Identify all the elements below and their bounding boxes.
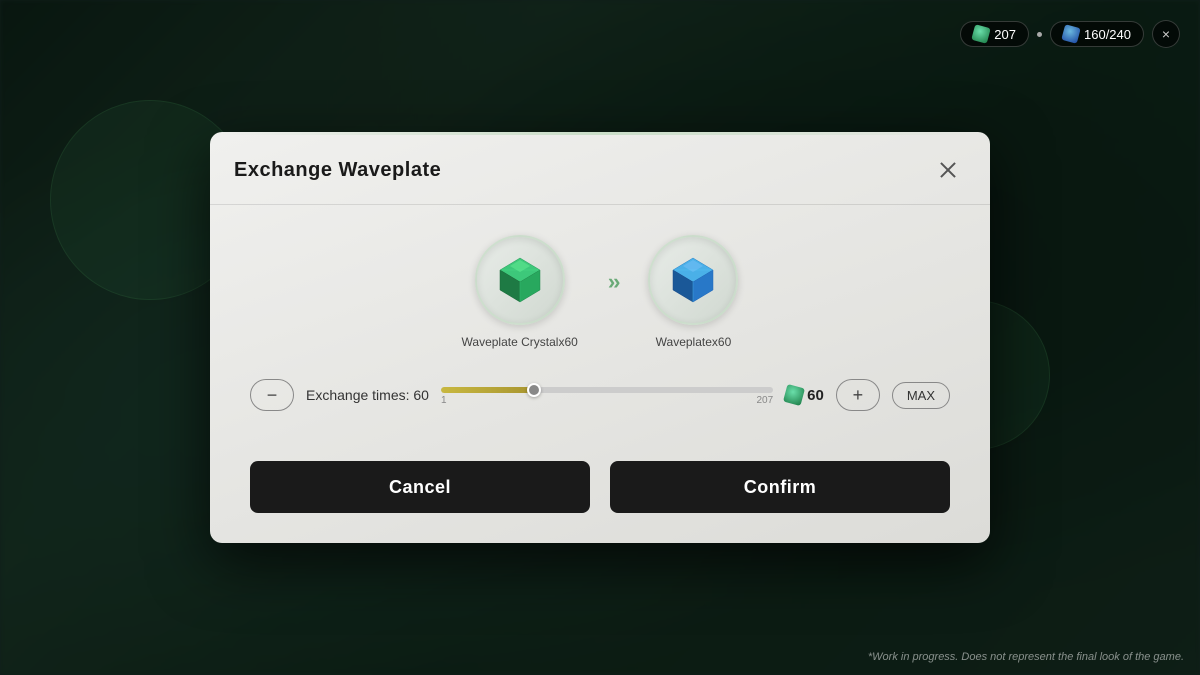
close-star-icon [934,156,962,184]
slider-track[interactable] [441,387,773,393]
max-button[interactable]: MAX [892,382,950,409]
cost-display: 60 [785,386,824,404]
slider-labels: 1 207 [441,395,773,406]
exchange-times-label: Exchange times: 60 [306,387,429,403]
slider-max-label: 207 [756,395,773,406]
exchange-controls-row: − Exchange times: 60 1 207 [250,379,950,411]
cost-crystal-icon [783,384,805,406]
green-crystal-icon [494,254,546,306]
modal-header: Exchange Waveplate [210,132,990,205]
exchange-modal: Exchange Waveplate [210,132,990,543]
slider-thumb[interactable] [527,383,541,397]
blue-crystal-icon [667,254,719,306]
modal-title: Exchange Waveplate [234,159,441,182]
modal-backdrop: Exchange Waveplate [0,0,1200,675]
minus-button[interactable]: − [250,379,294,411]
to-item-circle [648,235,738,325]
to-item-slot: Waveplatex60 [648,235,738,349]
modal-body: Waveplate Crystalx60 ›› [210,205,990,461]
plus-button[interactable]: + [836,379,880,411]
exchange-arrow: ›› [608,269,619,295]
cost-value: 60 [807,387,824,404]
from-item-circle [475,235,565,325]
to-item-label: Waveplatex60 [656,335,732,349]
slider-wrapper: 1 207 [441,385,773,406]
confirm-button[interactable]: Confirm [610,461,950,513]
cancel-button[interactable]: Cancel [250,461,590,513]
slider-fill [441,387,534,393]
slider-background [441,387,773,393]
modal-footer: Cancel Confirm [210,461,990,543]
items-display-row: Waveplate Crystalx60 ›› [250,235,950,349]
slider-min-label: 1 [441,395,447,406]
modal-close-button[interactable] [930,152,966,188]
from-item-slot: Waveplate Crystalx60 [462,235,578,349]
from-item-label: Waveplate Crystalx60 [462,335,578,349]
